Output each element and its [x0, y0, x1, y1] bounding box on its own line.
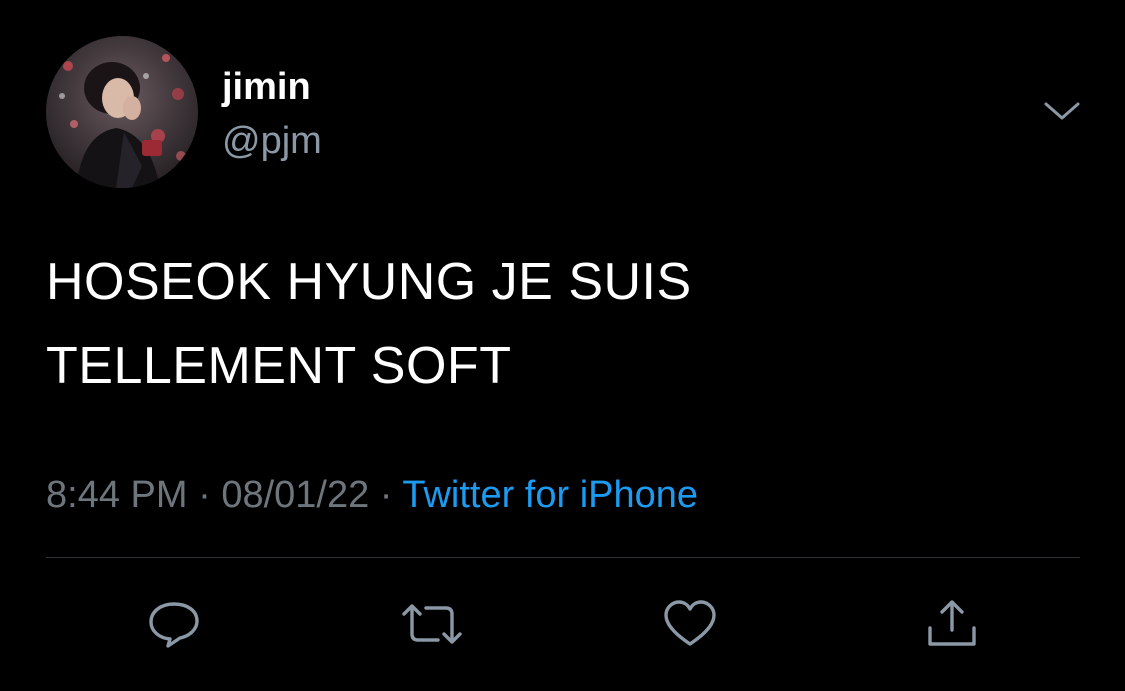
avatar-image	[46, 36, 198, 188]
heart-icon	[664, 600, 716, 646]
tweet-time[interactable]: 8:44 PM	[46, 474, 188, 516]
tweet-text: HOSEOK HYUNG JE SUIS TELLEMENT SOFT	[46, 240, 1066, 408]
retweet-icon	[402, 604, 462, 644]
tweet-meta: 8:44 PM · 08/01/22 · Twitter for iPhone	[46, 470, 698, 520]
meta-separator-2: ·	[379, 474, 393, 516]
comment-icon	[149, 602, 199, 648]
share-button[interactable]	[924, 598, 980, 650]
divider	[46, 557, 1080, 558]
share-icon	[928, 600, 976, 646]
author-display-name[interactable]: jimin	[222, 64, 311, 110]
like-button[interactable]	[662, 598, 718, 650]
retweet-button[interactable]	[398, 598, 462, 650]
avatar[interactable]	[46, 36, 198, 188]
reply-button[interactable]	[146, 598, 202, 650]
chevron-down-icon[interactable]	[1040, 96, 1084, 126]
tweet-text-line-2: TELLEMENT SOFT	[46, 337, 512, 395]
tweet-text-line-1: HOSEOK HYUNG JE SUIS	[46, 253, 692, 311]
tweet-source-link[interactable]: Twitter for iPhone	[402, 474, 698, 516]
meta-separator-1: ·	[198, 474, 211, 516]
author-handle[interactable]: @pjm	[222, 118, 322, 164]
tweet: jimin @pjm HOSEOK HYUNG JE SUIS TELLEMEN…	[0, 0, 1125, 691]
tweet-date[interactable]: 08/01/22	[221, 474, 369, 516]
